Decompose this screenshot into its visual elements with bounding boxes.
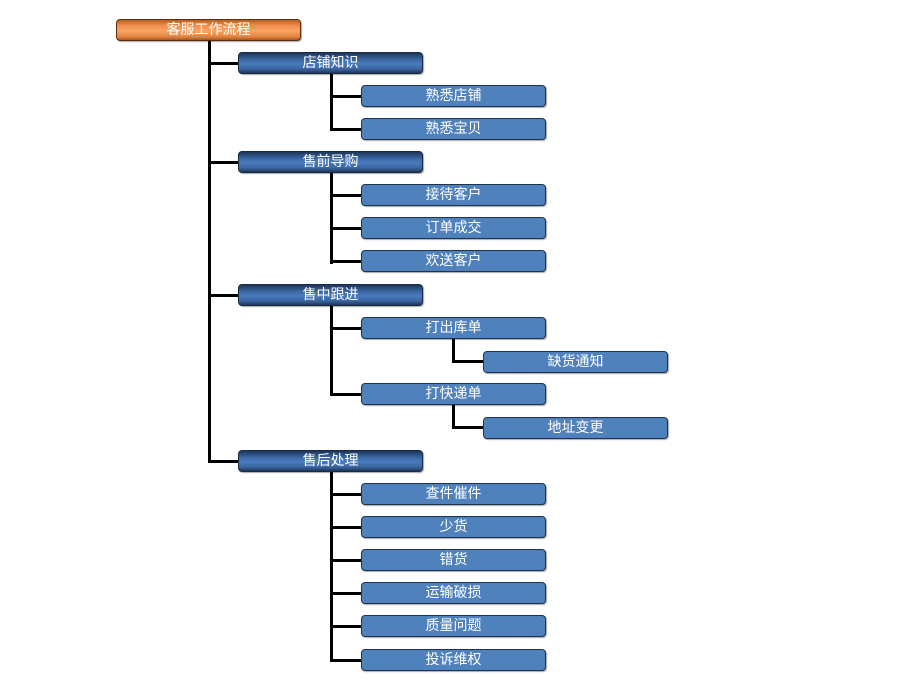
connector-l2-3-1 bbox=[330, 526, 361, 529]
connector-l2-3-2 bbox=[330, 559, 361, 562]
connector-l2-1-2 bbox=[330, 260, 361, 263]
node-wrong-items[interactable]: 错货 bbox=[361, 549, 546, 571]
root-node[interactable]: 客服工作流程 bbox=[116, 19, 301, 41]
node-order-closed[interactable]: 订单成交 bbox=[361, 217, 546, 239]
node-receive-customer[interactable]: 接待客户 bbox=[361, 184, 546, 206]
node-store-knowledge[interactable]: 店铺知识 bbox=[238, 52, 423, 74]
trunk-connector bbox=[208, 41, 211, 463]
node-address-change[interactable]: 地址变更 bbox=[483, 417, 668, 439]
stem-l1-0 bbox=[330, 74, 333, 131]
node-farewell-customer[interactable]: 欢送客户 bbox=[361, 250, 546, 272]
connector-l1-3 bbox=[208, 460, 238, 463]
node-in-sale-follow-up[interactable]: 售中跟进 bbox=[238, 284, 423, 306]
connector-l1-1 bbox=[208, 161, 238, 164]
node-print-shipping-label[interactable]: 打快递单 bbox=[361, 383, 546, 405]
connector-l2-1-0 bbox=[330, 194, 361, 197]
node-know-products[interactable]: 熟悉宝贝 bbox=[361, 118, 546, 140]
node-quality-issue[interactable]: 质量问题 bbox=[361, 615, 546, 637]
stem-l1-2 bbox=[330, 306, 333, 396]
stem-l1-3 bbox=[330, 472, 333, 662]
connector-l1-2 bbox=[208, 294, 238, 297]
node-know-store[interactable]: 熟悉店铺 bbox=[361, 85, 546, 107]
node-print-outbound-slip[interactable]: 打出库单 bbox=[361, 317, 546, 339]
node-after-sales[interactable]: 售后处理 bbox=[238, 450, 423, 472]
node-transit-damage[interactable]: 运输破损 bbox=[361, 582, 546, 604]
node-complaint-rights[interactable]: 投诉维权 bbox=[361, 649, 546, 671]
stem-l1-1 bbox=[330, 173, 333, 264]
connector-l2-3-4 bbox=[330, 625, 361, 628]
connector-l2-3-0 bbox=[330, 493, 361, 496]
connector-l3-2-1-0 bbox=[452, 426, 483, 429]
node-track-shipment[interactable]: 查件催件 bbox=[361, 483, 546, 505]
node-missing-items[interactable]: 少货 bbox=[361, 516, 546, 538]
connector-l2-3-5 bbox=[330, 659, 361, 662]
connector-l2-2-1 bbox=[330, 393, 361, 396]
connector-l2-3-3 bbox=[330, 592, 361, 595]
connector-l2-1-1 bbox=[330, 227, 361, 230]
node-presales-guide[interactable]: 售前导购 bbox=[238, 151, 423, 173]
org-chart: 客服工作流程 店铺知识 售前导购 售中跟进 售后处理 熟悉店铺 熟悉宝贝 接待客… bbox=[0, 0, 920, 690]
connector-l2-0-0 bbox=[330, 95, 361, 98]
connector-l3-2-0-0 bbox=[452, 360, 483, 363]
node-out-of-stock-notice[interactable]: 缺货通知 bbox=[483, 351, 668, 373]
connector-l2-2-0 bbox=[330, 327, 361, 330]
connector-l1-0 bbox=[208, 62, 238, 65]
connector-l2-0-1 bbox=[330, 128, 361, 131]
